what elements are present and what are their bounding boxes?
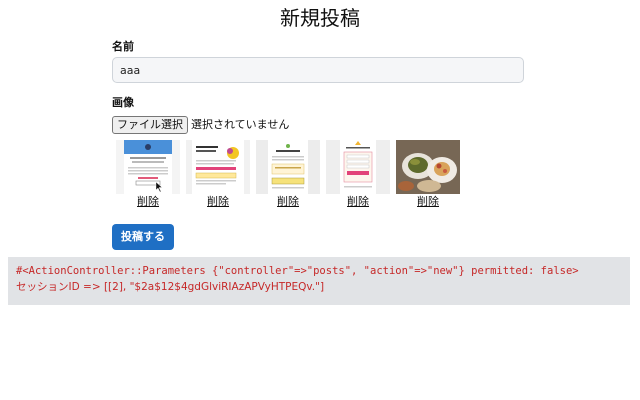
debug-session-text: セッションID => [[2], "$2a$12$4gdGlviRIAzAPVy… bbox=[16, 281, 325, 293]
thumbnail-item: 削除 bbox=[113, 140, 183, 209]
delete-image-link[interactable]: 削除 bbox=[323, 195, 393, 209]
new-post-page: 新規投稿 名前 画像 ファイル選択選択されていません bbox=[0, 0, 640, 400]
thumbnail-item: 削除 bbox=[253, 140, 323, 209]
image-thumbnail-list: 削除 削除 削除 削除 削除 bbox=[112, 140, 526, 210]
thumbnail-item: 削除 bbox=[183, 140, 253, 209]
page-title: 新規投稿 bbox=[280, 6, 360, 30]
image-label: 画像 bbox=[112, 96, 134, 109]
delete-image-link[interactable]: 削除 bbox=[183, 195, 253, 209]
delete-image-link[interactable]: 削除 bbox=[113, 195, 183, 209]
thumbnail-item: 削除 bbox=[393, 140, 463, 209]
thumbnail-image bbox=[326, 140, 390, 194]
file-select-button[interactable]: ファイル選択 bbox=[112, 115, 188, 134]
file-input: ファイル選択 選択されていません bbox=[112, 114, 290, 134]
delete-image-link[interactable]: 削除 bbox=[253, 195, 323, 209]
thumbnail-image bbox=[256, 140, 320, 194]
name-label: 名前 bbox=[112, 40, 134, 53]
debug-params-text: #<ActionController::Parameters {"control… bbox=[16, 265, 579, 277]
thumbnail-item: 削除 bbox=[323, 140, 393, 209]
delete-image-link[interactable]: 削除 bbox=[393, 195, 463, 209]
name-input[interactable] bbox=[112, 57, 524, 83]
thumbnail-image bbox=[396, 140, 460, 194]
thumbnail-image bbox=[116, 140, 180, 194]
debug-output-panel: #<ActionController::Parameters {"control… bbox=[8, 257, 630, 305]
file-status-text: 選択されていません bbox=[191, 117, 290, 131]
submit-post-button[interactable]: 投稿する bbox=[112, 224, 174, 250]
thumbnail-image bbox=[186, 140, 250, 194]
